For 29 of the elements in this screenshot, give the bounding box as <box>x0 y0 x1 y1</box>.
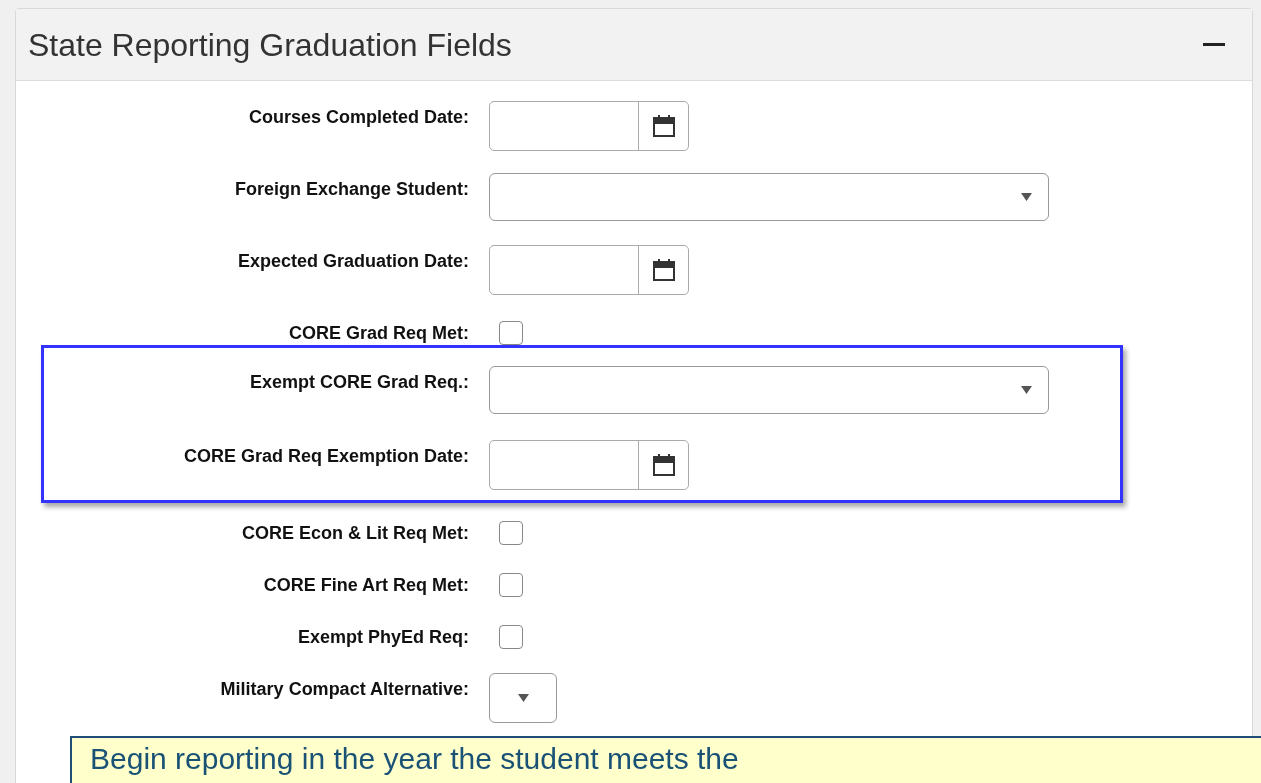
field-label: Exempt CORE Grad Req.: <box>248 371 469 394</box>
dropdown-field[interactable] <box>489 366 1049 414</box>
dropdown-caret-icon <box>517 694 529 702</box>
field-label: Exempt PhyEd Req: <box>296 626 469 649</box>
field-label: Foreign Exchange Student: <box>233 178 469 201</box>
checkbox[interactable] <box>499 521 523 545</box>
dropdown-field[interactable] <box>489 173 1049 221</box>
field-label: CORE Fine Art Req Met: <box>262 574 469 597</box>
field-label: CORE Econ & Lit Req Met: <box>241 522 469 545</box>
calendar-icon <box>651 258 676 282</box>
checkbox[interactable] <box>499 573 523 597</box>
checkbox[interactable] <box>499 625 523 649</box>
field-label: Expected Graduation Date: <box>236 250 469 273</box>
date-field[interactable] <box>489 101 689 151</box>
callout-note: Begin reporting in the year the student meets the <box>70 736 1261 783</box>
collapse-icon <box>1203 42 1225 47</box>
field-label: Courses Completed Date: <box>247 106 469 129</box>
calendar-icon <box>651 453 676 477</box>
panel-title: State Reporting Graduation Fields <box>28 25 512 65</box>
field-label: Military Compact Alternative: <box>219 678 469 701</box>
dropdown-field[interactable] <box>489 673 557 723</box>
checkbox[interactable] <box>499 321 523 345</box>
calendar-icon <box>651 114 676 138</box>
field-label: CORE Grad Req Exemption Date: <box>182 445 469 468</box>
dropdown-caret-icon <box>1021 386 1032 394</box>
date-field[interactable] <box>489 440 689 490</box>
date-field[interactable] <box>489 245 689 295</box>
dropdown-caret-icon <box>1021 193 1032 201</box>
field-label: CORE Grad Req Met: <box>287 322 469 345</box>
